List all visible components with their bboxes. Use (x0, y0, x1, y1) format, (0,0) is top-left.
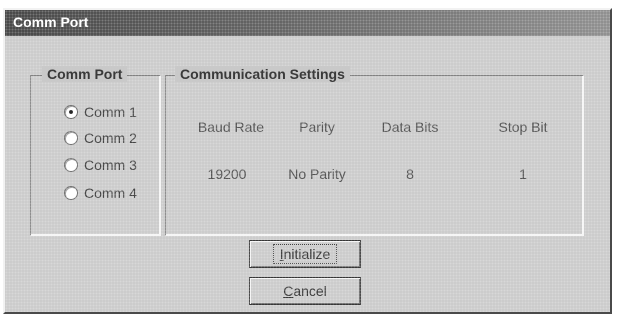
radio-comm-3[interactable]: Comm 3 (64, 155, 137, 175)
communication-settings-group: Communication Settings Baud Rate Parity … (165, 66, 583, 235)
settings-group-legend: Communication Settings (175, 66, 350, 82)
baud-rate-header: Baud Rate (197, 119, 265, 135)
radio-label: Comm 3 (84, 157, 137, 173)
baud-rate-value: 19200 (207, 166, 247, 182)
radio-label: Comm 2 (84, 130, 137, 146)
window-title: Comm Port (13, 14, 89, 30)
radio-button-checked[interactable] (64, 105, 78, 119)
cancel-accelerator: C (283, 283, 294, 299)
radio-button[interactable] (64, 186, 78, 200)
data-bits-header: Data Bits (381, 119, 439, 135)
comm-port-group: Comm Port Comm 1 Comm 2 Comm 3 Comm 4 (30, 66, 160, 235)
data-bits-value: 8 (406, 166, 414, 182)
initialize-button[interactable]: Initialize (249, 240, 361, 268)
stop-bit-header: Stop Bit (498, 119, 548, 135)
comm-port-group-legend: Comm Port (42, 66, 128, 82)
radio-comm-1[interactable]: Comm 1 (64, 102, 137, 122)
cancel-label: Cancel (283, 283, 327, 299)
cancel-button[interactable]: Cancel (249, 277, 361, 305)
stop-bit-value: 1 (519, 166, 527, 182)
radio-label: Comm 4 (84, 185, 137, 201)
initialize-focus-rect: Initialize (272, 244, 338, 264)
radio-label: Comm 1 (84, 104, 137, 120)
radio-comm-2[interactable]: Comm 2 (64, 128, 137, 148)
title-bar[interactable]: Comm Port (5, 10, 610, 36)
comm-port-dialog: Comm Port Comm Port Comm 1 Comm 2 Comm 3… (3, 8, 612, 314)
radio-button[interactable] (64, 131, 78, 145)
radio-comm-4[interactable]: Comm 4 (64, 183, 137, 203)
parity-value: No Parity (288, 166, 346, 182)
radio-button[interactable] (64, 158, 78, 172)
parity-header: Parity (299, 119, 335, 135)
